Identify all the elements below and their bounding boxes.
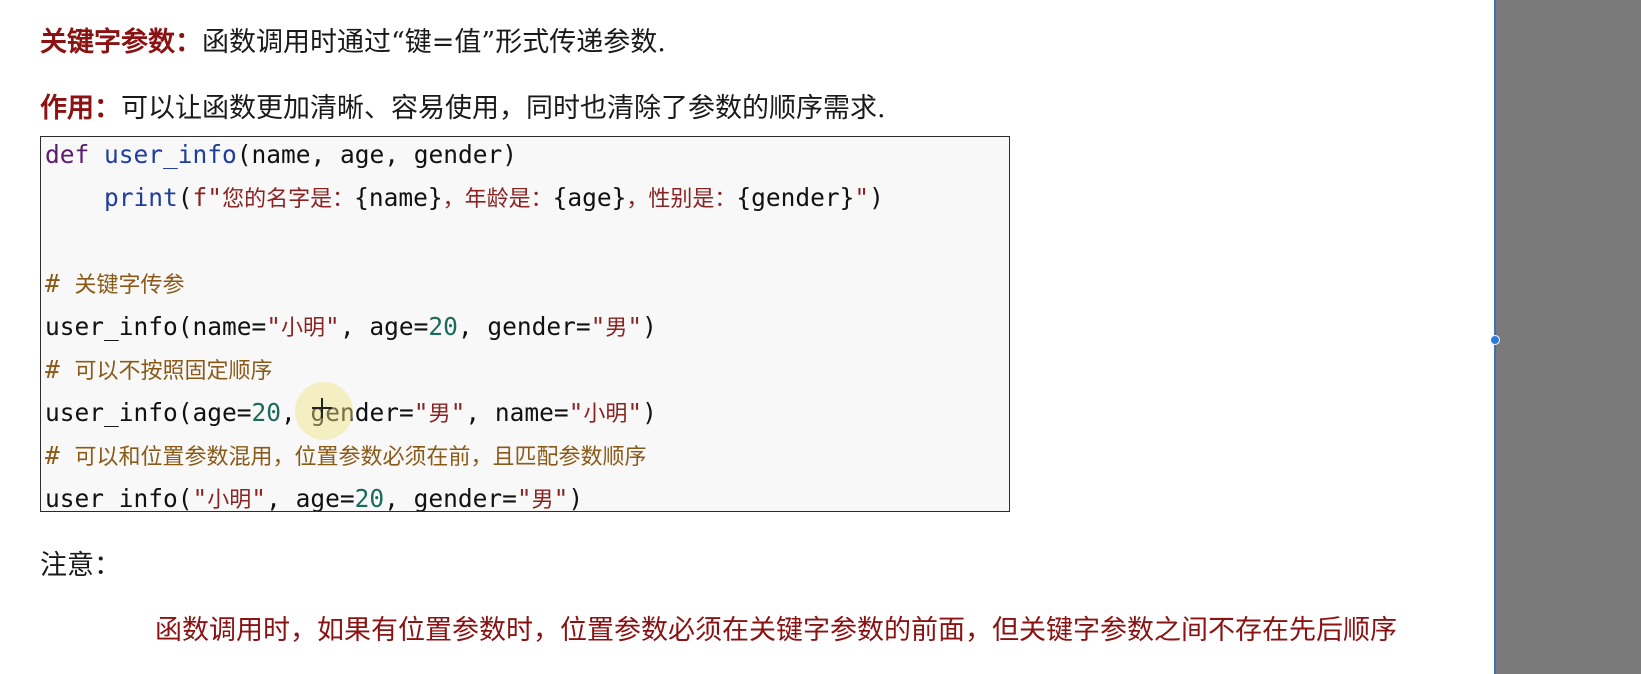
code-paren: ) (869, 183, 884, 212)
resize-handle-icon[interactable] (1490, 335, 1500, 345)
code-comment-text: 可以不按照固定顺序 (74, 359, 273, 384)
code-paren: ) (568, 484, 584, 512)
code-paren: ) (642, 398, 657, 427)
code-number: 20 (354, 484, 385, 512)
code-string-cn: 您的名字是： (222, 187, 355, 212)
code-comment-text: 可以和位置参数混用，位置参数必须在前，且匹配参数顺序 (74, 445, 647, 470)
code-line-1: def user_info(name, age, gender) (45, 137, 517, 173)
code-arg-sep: , age= (339, 312, 429, 341)
code-paren: ( (177, 183, 193, 212)
code-number: 20 (428, 312, 458, 341)
code-comment-hash: # (45, 355, 75, 384)
code-call-prefix: user_info( (45, 484, 193, 512)
code-keyword: def (45, 140, 90, 169)
code-string-prefix: f" (192, 183, 223, 212)
code-number: 20 (251, 398, 282, 427)
code-placeholder: {name} (354, 183, 443, 212)
code-quote: " (413, 398, 429, 427)
code-quote: " (627, 398, 643, 427)
code-placeholder: {gender} (736, 183, 855, 212)
code-line-2: print(f"您的名字是：{name}，年龄是：{age}，性别是：{gend… (45, 180, 884, 216)
keyword-args-description: 函数调用时通过“键=值”形式传递参数. (202, 27, 666, 58)
code-line-6: # 可以不按照固定顺序 (45, 352, 273, 388)
code-comment-hash: # (45, 269, 75, 298)
code-quote: " (251, 484, 267, 512)
code-quote: " (325, 312, 340, 341)
code-string-cn: 小明 (583, 402, 628, 427)
code-arg-sep: , age= (266, 484, 355, 512)
code-arg-sep: , name= (465, 398, 569, 427)
document-page: 关键字参数：函数调用时通过“键=值”形式传递参数. 作用：可以让函数更加清晰、容… (0, 0, 1494, 674)
code-quote: " (516, 484, 532, 512)
code-arg-sep: , gender= (384, 484, 517, 512)
code-string-cn: 男 (605, 316, 628, 341)
code-string-cn: ，性别是： (626, 187, 737, 212)
code-string-cn: ，年龄是： (442, 187, 553, 212)
code-quote: " (192, 484, 208, 512)
code-quote: " (627, 312, 643, 341)
note-text: 函数调用时，如果有位置参数时，位置参数必须在关键字参数的前面，但关键字参数之间不… (155, 615, 1397, 646)
code-quote: " (266, 312, 282, 341)
side-panel (1494, 0, 1641, 674)
code-quote: " (568, 398, 584, 427)
code-arg-sep: , gender= (281, 398, 414, 427)
code-builtin: print (104, 183, 178, 212)
code-params: (name, age, gender) (236, 140, 518, 169)
code-line-8: # 可以和位置参数混用，位置参数必须在前，且匹配参数顺序 (45, 438, 647, 474)
code-placeholder: {age} (552, 183, 627, 212)
keyword-args-definition: 关键字参数：函数调用时通过“键=值”形式传递参数. (40, 26, 666, 60)
code-string-cn: 小明 (281, 316, 326, 341)
usage-term: 作用： (40, 93, 121, 124)
code-paren: ) (642, 312, 657, 341)
code-line-4: # 关键字传参 (45, 266, 185, 302)
code-quote: " (553, 484, 569, 512)
code-call-prefix: user_info(name= (45, 312, 267, 341)
code-line-5: user_info(name="小明", age=20, gender="男") (45, 309, 657, 345)
usage-definition: 作用：可以让函数更加清晰、容易使用，同时也清除了参数的顺序需求. (40, 92, 886, 126)
code-comment-hash: # (45, 441, 75, 470)
code-quote: " (450, 398, 466, 427)
code-line-9: user_info("小明", age=20, gender="男") (45, 481, 584, 512)
keyword-args-term: 关键字参数： (40, 27, 202, 58)
note-label: 注意： (40, 550, 121, 581)
code-string-suffix: " (854, 183, 870, 212)
code-string-cn: 小明 (207, 488, 252, 512)
code-comment-text: 关键字传参 (74, 273, 185, 298)
code-string-cn: 男 (428, 402, 451, 427)
usage-description: 可以让函数更加清晰、容易使用，同时也清除了参数的顺序需求. (121, 93, 886, 124)
code-line-7: user_info(age=20, gender="男", name="小明") (45, 395, 657, 431)
code-block[interactable]: def user_info(name, age, gender) print(f… (40, 136, 1010, 512)
code-arg-sep: , gender= (457, 312, 591, 341)
code-function-name: user_info (104, 140, 237, 169)
code-call-prefix: user_info(age= (45, 398, 252, 427)
code-string-cn: 男 (531, 488, 554, 512)
code-quote: " (590, 312, 606, 341)
